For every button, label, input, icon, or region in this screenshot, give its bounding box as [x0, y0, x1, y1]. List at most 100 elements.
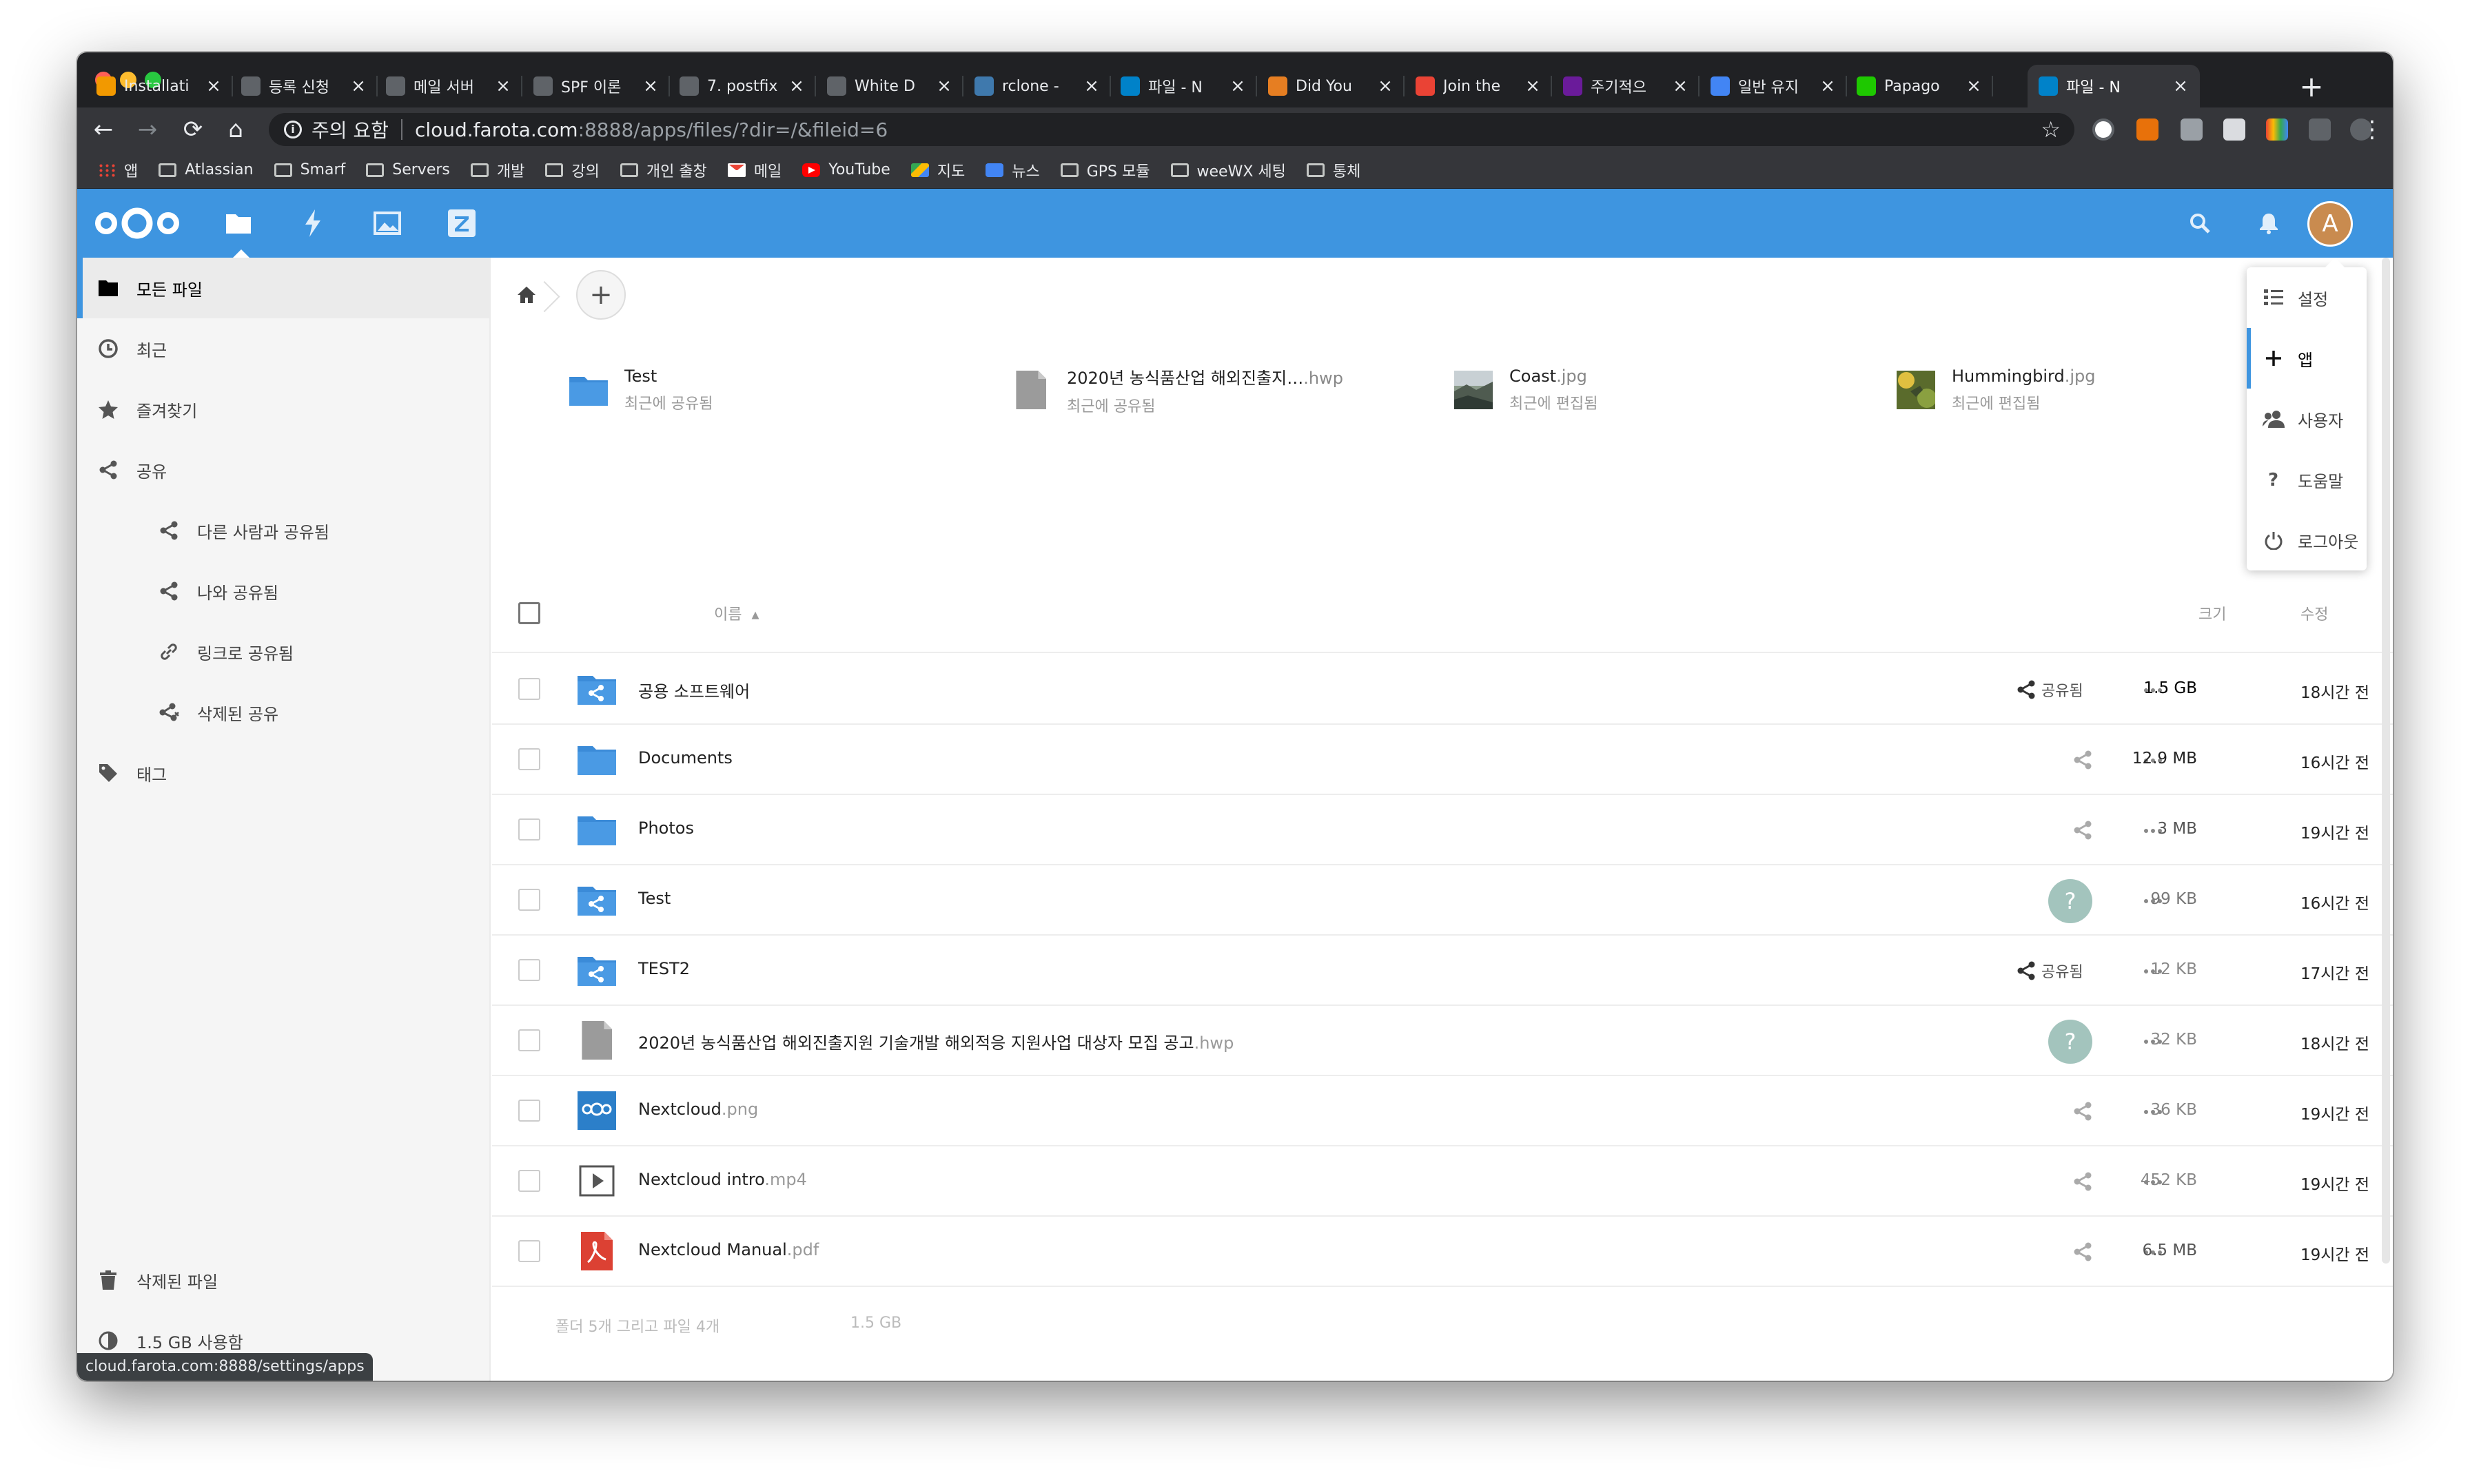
- file-row[interactable]: 공용 소프트웨어 공유됨 1.5 GB 18시간 전: [492, 655, 2393, 725]
- back-button[interactable]: ←: [87, 113, 120, 146]
- nextcloud-logo[interactable]: [92, 205, 182, 244]
- zotero-app-icon[interactable]: [440, 201, 484, 245]
- user-menu-item[interactable]: 로그아웃: [2247, 510, 2367, 570]
- bookmark-item[interactable]: 지도: [910, 159, 965, 181]
- bookmark-item[interactable]: Smarf: [274, 161, 345, 178]
- sidebar-item[interactable]: 삭제된 공유: [77, 682, 491, 743]
- tab-close-icon[interactable]: ×: [204, 76, 223, 96]
- file-row[interactable]: Nextcloud Manual.pdf 6.5 MB 19시간 전: [492, 1217, 2393, 1287]
- tab-close-icon[interactable]: ×: [641, 76, 660, 96]
- recent-file[interactable]: Hummingbird.jpg 최근에 편집됨: [1895, 362, 2095, 418]
- tab-close-icon[interactable]: ×: [1376, 76, 1395, 96]
- sidebar-item[interactable]: 공유: [77, 440, 491, 500]
- user-menu-item[interactable]: 앱: [2247, 328, 2367, 389]
- row-checkbox[interactable]: [518, 1240, 540, 1262]
- tab-close-icon[interactable]: ×: [1082, 76, 1101, 96]
- sidebar-item[interactable]: 최근: [77, 318, 491, 379]
- browser-tab[interactable]: Papago ×: [1846, 65, 1993, 107]
- share-icon[interactable]: [2068, 1166, 2098, 1197]
- files-app-icon[interactable]: [216, 201, 261, 258]
- shared-indicator[interactable]: 공유됨: [2017, 674, 2083, 705]
- tab-close-icon[interactable]: ×: [493, 76, 513, 96]
- select-all-checkbox[interactable]: [518, 602, 540, 624]
- file-row[interactable]: TEST2 공유됨 12 KB 17시간 전: [492, 936, 2393, 1006]
- shared-indicator[interactable]: 공유됨: [2017, 955, 2083, 987]
- user-menu-item[interactable]: 사용자: [2247, 389, 2367, 449]
- new-tab-button[interactable]: +: [2292, 68, 2331, 106]
- browser-tab[interactable]: 파일 - N ×: [2028, 65, 2200, 107]
- user-avatar[interactable]: A: [2307, 201, 2353, 247]
- row-checkbox[interactable]: [518, 1029, 540, 1051]
- tab-close-icon[interactable]: ×: [787, 76, 806, 96]
- file-name[interactable]: Photos: [638, 818, 694, 838]
- column-size-header[interactable]: 크기: [2198, 602, 2226, 624]
- extension-lastpass-icon[interactable]: [2092, 118, 2114, 141]
- file-row[interactable]: Nextcloud.png 36 KB 19시간 전: [492, 1076, 2393, 1146]
- gallery-app-icon[interactable]: [365, 201, 409, 245]
- column-modified-header[interactable]: 수정: [2300, 602, 2328, 624]
- sidebar-item[interactable]: 링크로 공유됨: [77, 621, 491, 682]
- bookmark-item[interactable]: 개인 출창: [620, 159, 707, 181]
- home-button[interactable]: ⌂: [219, 113, 252, 146]
- file-name[interactable]: Nextcloud.png: [638, 1100, 758, 1119]
- file-name[interactable]: 공용 소프트웨어: [638, 678, 750, 702]
- new-item-button[interactable]: +: [576, 270, 626, 320]
- sidebar-item[interactable]: 태그: [77, 743, 491, 803]
- recent-file[interactable]: Test 최근에 공유됨: [568, 362, 713, 418]
- bookmark-item[interactable]: 메일: [727, 159, 782, 181]
- file-row[interactable]: 2020년 농식품산업 해외진출지원 기술개발 해외적응 지원사업 대상자 모집…: [492, 1006, 2393, 1076]
- browser-tab[interactable]: 파일 - N ×: [1110, 65, 1257, 107]
- sidebar-item[interactable]: 모든 파일: [77, 258, 491, 318]
- browser-menu-icon[interactable]: ⋮: [2358, 113, 2386, 146]
- bookmark-item[interactable]: weeWX 세팅: [1170, 159, 1286, 181]
- row-checkbox[interactable]: [518, 1170, 540, 1192]
- sidebar-item[interactable]: 다른 사람과 공유됨: [77, 500, 491, 561]
- tab-close-icon[interactable]: ×: [1818, 76, 1837, 96]
- browser-tab[interactable]: rclone - ×: [963, 65, 1111, 107]
- tab-close-icon[interactable]: ×: [2171, 76, 2190, 96]
- share-owner-avatar[interactable]: ?: [2048, 1020, 2092, 1064]
- row-checkbox[interactable]: [518, 818, 540, 841]
- browser-tab[interactable]: 주기적으 ×: [1552, 65, 1700, 107]
- browser-tab[interactable]: 등록 신청 ×: [230, 65, 378, 107]
- browser-tab[interactable]: White D ×: [816, 65, 963, 107]
- row-checkbox[interactable]: [518, 678, 540, 700]
- address-bar[interactable]: i 주의 요함 cloud.farota.com :8888/apps/file…: [269, 113, 2074, 146]
- share-icon[interactable]: [2068, 744, 2098, 776]
- user-menu-item[interactable]: 설정: [2247, 267, 2367, 328]
- extension-info-icon[interactable]: [2309, 118, 2331, 141]
- extension-ex-icon[interactable]: [2136, 118, 2158, 141]
- file-name[interactable]: TEST2: [638, 959, 690, 978]
- extension-color-icon[interactable]: [2266, 118, 2288, 141]
- tab-close-icon[interactable]: ×: [349, 76, 368, 96]
- share-icon[interactable]: [2068, 814, 2098, 846]
- column-name-header[interactable]: 이름 ▴: [714, 602, 759, 624]
- activity-app-icon[interactable]: [291, 201, 335, 245]
- recent-file[interactable]: 2020년 농식품산업 해외진출지….hwp 최근에 공유됨: [1010, 362, 1343, 418]
- site-info-icon[interactable]: i: [284, 121, 302, 138]
- browser-tab[interactable]: Join the ×: [1405, 65, 1552, 107]
- file-row[interactable]: Nextcloud intro.mp4 452 KB 19시간 전: [492, 1146, 2393, 1217]
- file-name[interactable]: Nextcloud Manual.pdf: [638, 1240, 819, 1259]
- file-name[interactable]: 2020년 농식품산업 해외진출지원 기술개발 해외적응 지원사업 대상자 모집…: [638, 1029, 1234, 1053]
- recent-file[interactable]: Coast.jpg 최근에 편집됨: [1453, 362, 1598, 418]
- browser-tab[interactable]: 일반 유지 ×: [1700, 65, 1847, 107]
- extension-print-icon[interactable]: [2181, 118, 2203, 141]
- browser-tab[interactable]: 7. postfix ×: [668, 65, 816, 107]
- forward-button[interactable]: →: [131, 113, 164, 146]
- content-scrollbar[interactable]: [2382, 258, 2390, 1264]
- bookmark-item[interactable]: GPS 모듈: [1060, 159, 1150, 181]
- row-checkbox[interactable]: [518, 959, 540, 981]
- notifications-bell-icon[interactable]: [2249, 204, 2288, 243]
- file-row[interactable]: Test? 99 KB 16시간 전: [492, 865, 2393, 936]
- file-row[interactable]: Photos 3 MB 19시간 전: [492, 795, 2393, 865]
- sidebar-bottom-item[interactable]: 삭제된 파일: [77, 1250, 491, 1310]
- extension-window-icon[interactable]: [2223, 118, 2245, 141]
- row-checkbox[interactable]: [518, 1100, 540, 1122]
- browser-tab[interactable]: Installati ×: [85, 65, 233, 107]
- share-owner-avatar[interactable]: ?: [2048, 879, 2092, 923]
- share-icon[interactable]: [2068, 1236, 2098, 1268]
- tab-close-icon[interactable]: ×: [1523, 76, 1542, 96]
- share-icon[interactable]: [2068, 1095, 2098, 1127]
- bookmark-item[interactable]: 뉴스: [986, 159, 1040, 181]
